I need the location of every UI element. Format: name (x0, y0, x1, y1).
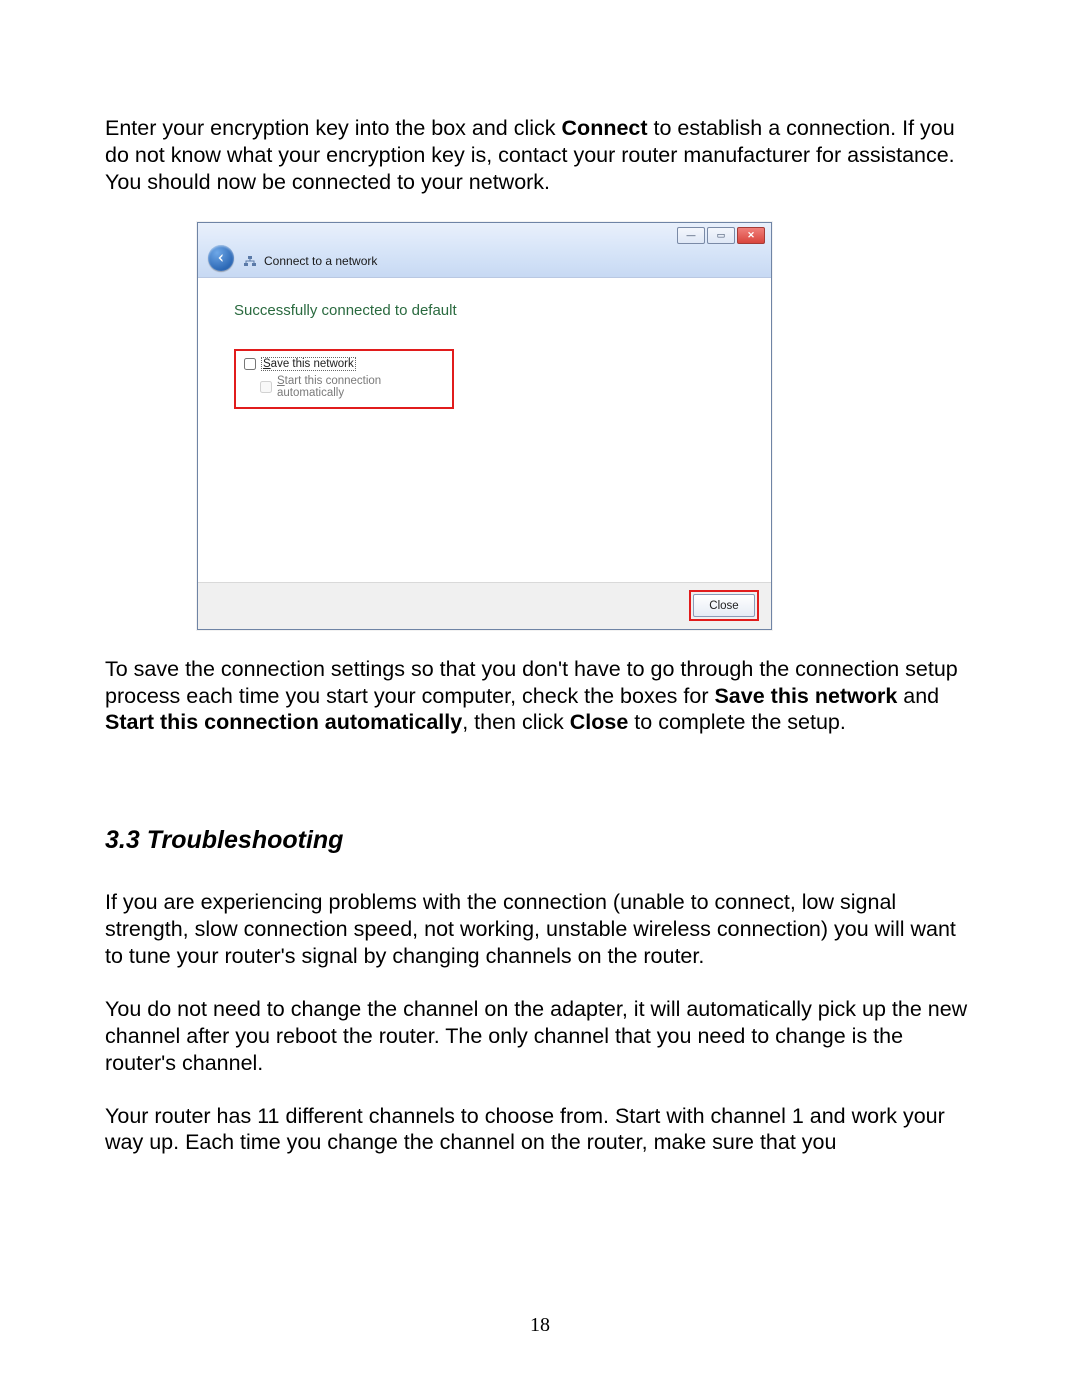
intro-para-2: You should now be connected to your netw… (105, 169, 975, 196)
connect-bold: Connect (562, 116, 648, 140)
close-button-highlight: Close (689, 590, 759, 621)
text-segment: and (897, 684, 939, 708)
dialog-title: Connect to a network (264, 254, 377, 268)
close-button[interactable]: Close (693, 594, 755, 617)
network-icon (242, 253, 258, 269)
back-arrow-icon (215, 252, 227, 264)
save-options-highlight: Save this network Start this connection … (234, 349, 454, 409)
auto-connect-label: Start this connection automatically (277, 375, 444, 399)
success-message: Successfully connected to default (234, 302, 743, 319)
save-network-bold: Save this network (714, 684, 897, 708)
troubleshooting-heading: 3.3 Troubleshooting (105, 826, 975, 855)
dialog-footer: Close (198, 582, 771, 629)
save-network-row: Save this network (244, 357, 444, 371)
maximize-icon: ▭ (717, 231, 726, 240)
minimize-button[interactable]: — (677, 227, 705, 244)
save-network-label: Save this network (261, 357, 356, 371)
text-segment: Enter your encryption key into the box a… (105, 116, 562, 140)
auto-connect-row: Start this connection automatically (244, 375, 444, 399)
window-close-button[interactable]: ✕ (737, 227, 765, 244)
close-icon: ✕ (747, 231, 755, 240)
dialog-header: — ▭ ✕ Connect to a network (198, 223, 771, 278)
dialog-screenshot: — ▭ ✕ Connect to a network Successfully … (197, 222, 975, 630)
troubleshoot-para-3: Your router has 11 different channels to… (105, 1103, 975, 1157)
text-segment: to complete the setup. (628, 710, 846, 734)
back-button[interactable] (208, 245, 234, 271)
auto-connect-checkbox[interactable] (260, 381, 272, 393)
save-network-checkbox[interactable] (244, 358, 256, 370)
intro-para-1: Enter your encryption key into the box a… (105, 115, 975, 169)
close-button-label: Close (709, 600, 738, 612)
text-segment: , then click (462, 710, 570, 734)
minimize-icon: — (687, 231, 696, 240)
connect-dialog: — ▭ ✕ Connect to a network Successfully … (197, 222, 772, 630)
save-instructions-para: To save the connection settings so that … (105, 656, 975, 737)
dialog-body: Successfully connected to default Save t… (198, 278, 771, 582)
auto-connect-bold: Start this connection automatically (105, 710, 462, 734)
troubleshoot-para-1: If you are experiencing problems with th… (105, 889, 975, 970)
troubleshoot-para-2: You do not need to change the channel on… (105, 996, 975, 1077)
page-number: 18 (0, 1314, 1080, 1337)
close-bold: Close (570, 710, 629, 734)
maximize-button[interactable]: ▭ (707, 227, 735, 244)
